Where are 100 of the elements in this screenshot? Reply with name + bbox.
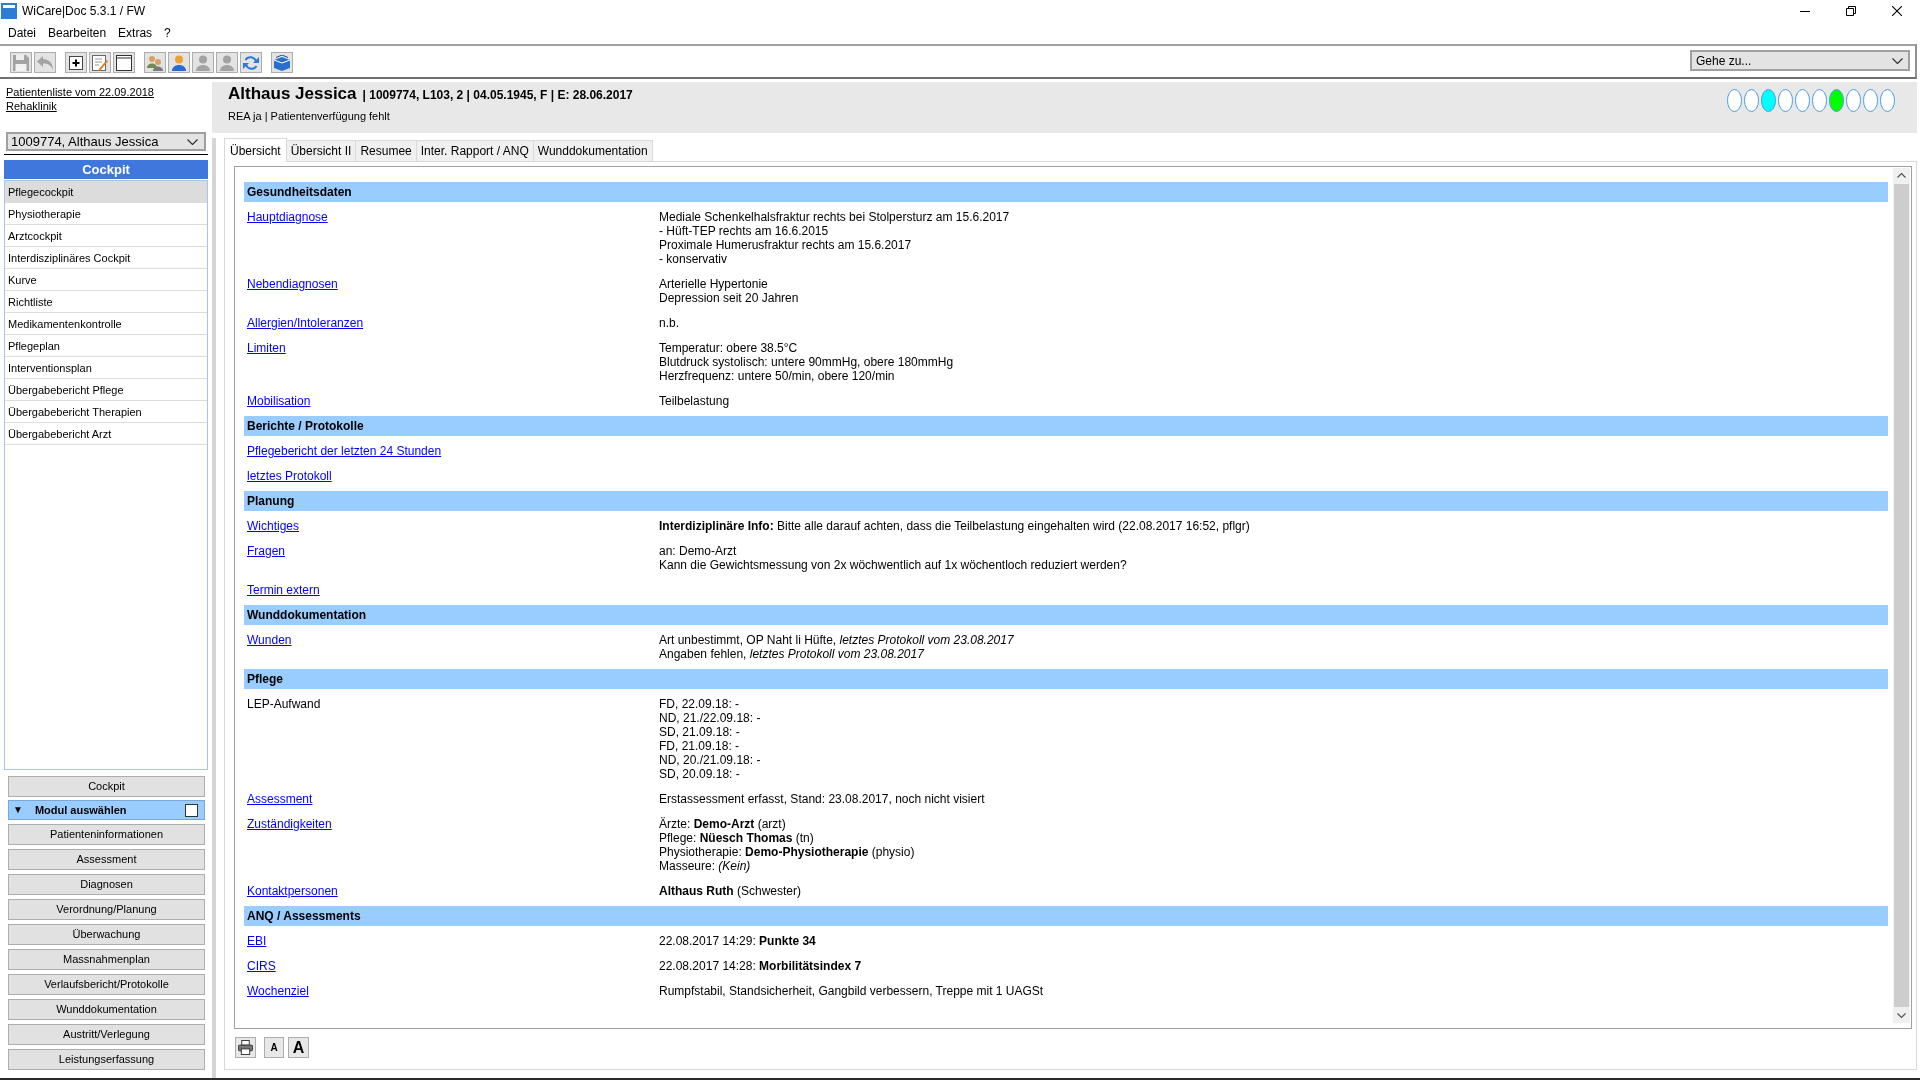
close-icon[interactable] xyxy=(1892,6,1902,16)
module-title: Modul auswählen xyxy=(34,803,127,817)
cockpit-item[interactable]: Medikamentenkontrolle xyxy=(5,313,207,335)
section-header: Berichte / Protokolle xyxy=(244,416,1888,436)
row-value: 22.08.2017 14:29: Punkte 34 xyxy=(659,934,816,948)
row-value: Physiotherapie: Demo-Physiotherapie (physio) xyxy=(659,845,915,859)
font-size-button[interactable]: A xyxy=(264,1037,284,1058)
module-button[interactable]: Wunddokumentation xyxy=(8,999,205,1020)
chevron-down-icon xyxy=(187,138,198,145)
row-value: FD, 22.09.18: - xyxy=(659,697,740,711)
collapse-arrow[interactable]: ▼ xyxy=(13,803,23,817)
row-link[interactable]: Wunden xyxy=(247,633,292,647)
row-link[interactable]: Fragen xyxy=(247,544,286,558)
module-checkbox[interactable] xyxy=(185,803,198,817)
window-button[interactable] xyxy=(113,52,135,73)
cockpit-item[interactable]: Kurve xyxy=(5,269,207,291)
sidebar-link[interactable]: Rehaklinik xyxy=(6,99,57,113)
row-link[interactable]: Wichtiges xyxy=(247,519,299,533)
edit-button[interactable] xyxy=(89,52,111,73)
row-value: SD, 21.09.18: - xyxy=(659,725,740,739)
row-link[interactable]: Hauptdiagnose xyxy=(247,210,328,224)
scrollbar-thumb[interactable] xyxy=(1894,184,1909,1007)
app-logo-icon xyxy=(1,3,17,19)
module-button[interactable]: Massnahmenplan xyxy=(8,949,205,970)
cockpit-item[interactable]: Interdisziplinäres Cockpit xyxy=(5,247,207,269)
module-button[interactable]: Austritt/Verlegung xyxy=(8,1024,205,1045)
cockpit-item[interactable]: Pflegecockpit xyxy=(5,181,207,203)
minimize-icon[interactable] xyxy=(1800,10,1810,12)
plus-icon xyxy=(68,54,84,71)
cockpit-item[interactable]: Physiotherapie xyxy=(5,203,207,225)
row-link[interactable]: letztes Protokoll xyxy=(247,469,332,483)
row-link[interactable]: EBI xyxy=(247,934,267,948)
menu-item[interactable]: Bearbeiten xyxy=(48,26,107,40)
add-button[interactable] xyxy=(65,52,87,73)
row-value: Mediale Schenkelhalsfraktur rechts bei Stolpersturz am 15.6.2017 xyxy=(659,210,1010,224)
tab[interactable]: Resumee xyxy=(355,140,417,161)
patient-subtitle: REA ja | Patientenverfügung fehlt xyxy=(228,109,390,123)
font-size-button[interactable]: A xyxy=(288,1037,309,1058)
row-link[interactable]: Nebendiagnosen xyxy=(247,277,338,291)
tab[interactable]: Übersicht xyxy=(224,138,287,162)
chevron-down-icon[interactable] xyxy=(1892,58,1903,64)
module-button[interactable]: Diagnosen xyxy=(8,874,205,895)
menu-item[interactable]: ? xyxy=(164,26,171,40)
undo-arrow-icon xyxy=(37,54,53,71)
cockpit-item[interactable]: Arztcockpit xyxy=(5,225,207,247)
row-value: Angaben fehlen, letztes Protokoll vom 23.08.2017 xyxy=(659,647,924,661)
cockpit-button[interactable]: Cockpit xyxy=(8,776,205,797)
row-link[interactable]: Zuständigkeiten xyxy=(247,817,332,831)
row-value: Teilbelastung xyxy=(659,394,730,408)
cockpit-item[interactable]: Pflegeplan xyxy=(5,335,207,357)
section-header: Planung xyxy=(244,491,1888,511)
module-button[interactable]: Patienteninformationen xyxy=(8,824,205,845)
person-button[interactable] xyxy=(168,52,190,73)
row-link[interactable]: Pflegebericht der letzten 24 Stunden xyxy=(247,444,442,458)
module-button[interactable]: Überwachung xyxy=(8,924,205,945)
sidebar-link[interactable]: Patientenliste vom 22.09.2018 xyxy=(6,85,154,99)
menu-item[interactable]: Datei xyxy=(8,26,36,40)
group-button[interactable] xyxy=(144,52,166,73)
row-value: SD, 20.09.18: - xyxy=(659,767,740,781)
module-button[interactable]: Verlaufsbericht/Protokolle xyxy=(8,974,205,995)
section-header: Pflege xyxy=(244,669,1888,689)
module-button[interactable]: Assessment xyxy=(8,849,205,870)
cockpit-item[interactable]: Interventionsplan xyxy=(5,357,207,379)
row-link[interactable]: Assessment xyxy=(247,792,313,806)
module-button[interactable]: Leistungserfassung xyxy=(8,1049,205,1070)
chevron-up-icon[interactable] xyxy=(1897,173,1906,178)
row-link[interactable]: Allergien/Intoleranzen xyxy=(247,316,364,330)
row-value: ND, 20./21.09.18: - xyxy=(659,753,761,767)
tab[interactable]: Wunddokumentation xyxy=(532,140,653,161)
module-button[interactable]: Verordnung/Planung xyxy=(8,899,205,920)
cockpit-item[interactable]: Übergabebericht Arzt xyxy=(5,423,207,445)
section-header: Gesundheitsdaten xyxy=(244,182,1888,202)
row-value: Pflege: Nüesch Thomas (tn) xyxy=(659,831,814,845)
row-link[interactable]: Mobilisation xyxy=(247,394,311,408)
box-button[interactable] xyxy=(271,52,293,73)
row-link[interactable]: Wochenziel xyxy=(247,984,309,998)
row-link[interactable]: Limiten xyxy=(247,341,286,355)
row-value: Ärzte: Demo-Arzt (arzt) xyxy=(659,817,786,831)
row-value: Temperatur: obere 38.5°C xyxy=(659,341,798,355)
window-icon xyxy=(116,54,132,71)
tab[interactable]: Inter. Rapport / ANQ xyxy=(415,140,534,161)
cockpit-item[interactable]: Richtliste xyxy=(5,291,207,313)
goto-field[interactable]: Gehe zu... xyxy=(1690,50,1910,71)
row-value: Art unbestimmt, OP Naht li Hüfte, letztes Protokoll vom 23.08.2017 xyxy=(659,633,1014,647)
cockpit-item[interactable]: Übergabebericht Therapien xyxy=(5,401,207,423)
print-button[interactable] xyxy=(235,1037,256,1058)
refresh-button[interactable] xyxy=(240,52,262,73)
row-value: - Hüft-TEP rechts am 16.6.2015 xyxy=(659,224,829,238)
menu-item[interactable]: Extras xyxy=(118,26,153,40)
chevron-down-icon[interactable] xyxy=(1897,1013,1906,1018)
row-value: Blutdruck systolisch: untere 90mmHg, obere 180mmHg xyxy=(659,355,954,369)
row-link[interactable]: CIRS xyxy=(247,959,276,973)
cockpit-item[interactable]: Übergabebericht Pflege xyxy=(5,379,207,401)
tab[interactable]: Übersicht II xyxy=(285,140,357,161)
row-value: Proximale Humerusfraktur rechts am 15.6.2017 xyxy=(659,238,912,252)
row-value: 22.08.2017 14:28: Morbilitätsindex 7 xyxy=(659,959,862,973)
row-link[interactable]: Termin extern xyxy=(247,583,320,597)
restore-icon[interactable] xyxy=(1846,6,1856,16)
row-link[interactable]: Kontaktpersonen xyxy=(247,884,338,898)
patient-select[interactable]: 1009774, Althaus Jessica xyxy=(6,132,206,151)
